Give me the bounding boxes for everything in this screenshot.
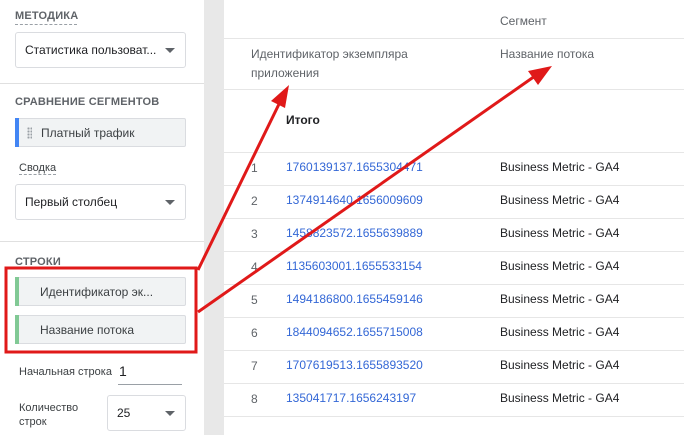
- segment-chip[interactable]: Платный трафик: [15, 118, 186, 147]
- summary-value: Первый столбец: [25, 195, 118, 209]
- row-dimension-chip-instance-id[interactable]: Идентификатор эк...: [15, 277, 186, 306]
- divider: [0, 83, 204, 84]
- divider: [0, 241, 204, 242]
- table-row[interactable]: 6 1844094652.1655715008 Business Metric …: [224, 317, 684, 350]
- row-dimension-label: Идентификатор эк...: [40, 285, 154, 299]
- instance-id-cell[interactable]: 1135603001.1655533154: [286, 259, 422, 273]
- instance-id-cell[interactable]: 1374914640.1656009609: [286, 193, 423, 207]
- table-row[interactable]: 7 1707619513.1655893520 Business Metric …: [224, 350, 684, 383]
- stream-name-cell: Business Metric - GA4: [500, 325, 620, 339]
- column-header-instance-id-line2: приложения: [251, 66, 320, 80]
- start-row-input[interactable]: 1: [118, 361, 182, 385]
- exploration-editor: МЕТОДИКА Статистика пользоват... СРАВНЕН…: [0, 0, 684, 435]
- report-table: Сегмент Идентификатор экземпляра приложе…: [224, 0, 684, 435]
- dimension-color-bar: [15, 277, 19, 306]
- row-number: 7: [251, 359, 258, 373]
- instance-id-cell[interactable]: 1494186800.1655459146: [286, 292, 423, 306]
- table-row[interactable]: 5 1494186800.1655459146 Business Metric …: [224, 284, 684, 317]
- rows-title: СТРОКИ: [15, 256, 61, 268]
- divider: [224, 38, 684, 39]
- technique-dropdown[interactable]: Статистика пользоват...: [15, 32, 186, 68]
- stream-name-cell: Business Metric - GA4: [500, 292, 620, 306]
- stream-name-cell: Business Metric - GA4: [500, 193, 620, 207]
- row-dimension-chip-stream-name[interactable]: Название потока: [15, 315, 186, 344]
- technique-title-underline: [15, 24, 77, 25]
- start-row-label: Начальная строка: [19, 366, 112, 378]
- stream-name-cell: Business Metric - GA4: [500, 259, 620, 273]
- dropdown-caret-icon: [165, 200, 175, 205]
- column-header-instance-id[interactable]: Идентификатор экземпляра: [251, 45, 408, 64]
- row-count-value: 25: [117, 406, 131, 420]
- row-number: 1: [251, 161, 258, 175]
- panel-gap: [204, 0, 224, 435]
- segment-color-bar: [15, 118, 19, 147]
- dimension-color-bar: [15, 315, 19, 344]
- divider: [224, 89, 684, 90]
- instance-id-cell[interactable]: 135041717.1656243197: [286, 391, 416, 405]
- instance-id-cell[interactable]: 1760139137.1655304471: [286, 160, 423, 174]
- row-count-label-2: строк: [19, 416, 47, 428]
- row-dimension-label: Название потока: [40, 323, 135, 337]
- dropdown-caret-icon: [165, 48, 175, 53]
- divider: [224, 416, 684, 417]
- segment-chip-label: Платный трафик: [41, 126, 135, 140]
- summary-label: Сводка: [19, 162, 57, 175]
- instance-id-cell[interactable]: 1707619513.1655893520: [286, 358, 423, 372]
- table-row[interactable]: 3 1458823572.1655639889 Business Metric …: [224, 218, 684, 251]
- table-row[interactable]: 8 135041717.1656243197 Business Metric -…: [224, 383, 684, 416]
- summary-dropdown[interactable]: Первый столбец: [15, 184, 186, 220]
- row-count-dropdown[interactable]: 25: [107, 395, 186, 431]
- instance-id-cell[interactable]: 1458823572.1655639889: [286, 226, 423, 240]
- row-number: 6: [251, 326, 258, 340]
- settings-panel: МЕТОДИКА Статистика пользоват... СРАВНЕН…: [0, 0, 204, 435]
- column-header-stream-name[interactable]: Название потока: [500, 45, 594, 64]
- start-row-value: 1: [119, 363, 127, 379]
- table-row[interactable]: 4 1135603001.1655533154 Business Metric …: [224, 251, 684, 284]
- segments-title: СРАВНЕНИЕ СЕГМЕНТОВ: [15, 96, 160, 108]
- table-row[interactable]: 2 1374914640.1656009609 Business Metric …: [224, 185, 684, 218]
- stream-name-cell: Business Metric - GA4: [500, 160, 620, 174]
- row-number: 8: [251, 392, 258, 406]
- row-number: 5: [251, 293, 258, 307]
- segment-header: Сегмент: [500, 14, 547, 28]
- row-number: 3: [251, 227, 258, 241]
- stream-name-cell: Business Metric - GA4: [500, 391, 620, 405]
- row-number: 4: [251, 260, 258, 274]
- technique-title: МЕТОДИКА: [15, 10, 79, 22]
- drag-handle-icon[interactable]: [27, 127, 32, 139]
- dropdown-caret-icon: [165, 411, 175, 416]
- row-count-label: Количество: [19, 402, 79, 414]
- total-label: Итого: [286, 113, 320, 127]
- table-row[interactable]: 1 1760139137.1655304471 Business Metric …: [224, 152, 684, 185]
- stream-name-cell: Business Metric - GA4: [500, 226, 620, 240]
- row-number: 2: [251, 194, 258, 208]
- stream-name-cell: Business Metric - GA4: [500, 358, 620, 372]
- instance-id-cell[interactable]: 1844094652.1655715008: [286, 325, 423, 339]
- technique-value: Статистика пользоват...: [25, 43, 157, 57]
